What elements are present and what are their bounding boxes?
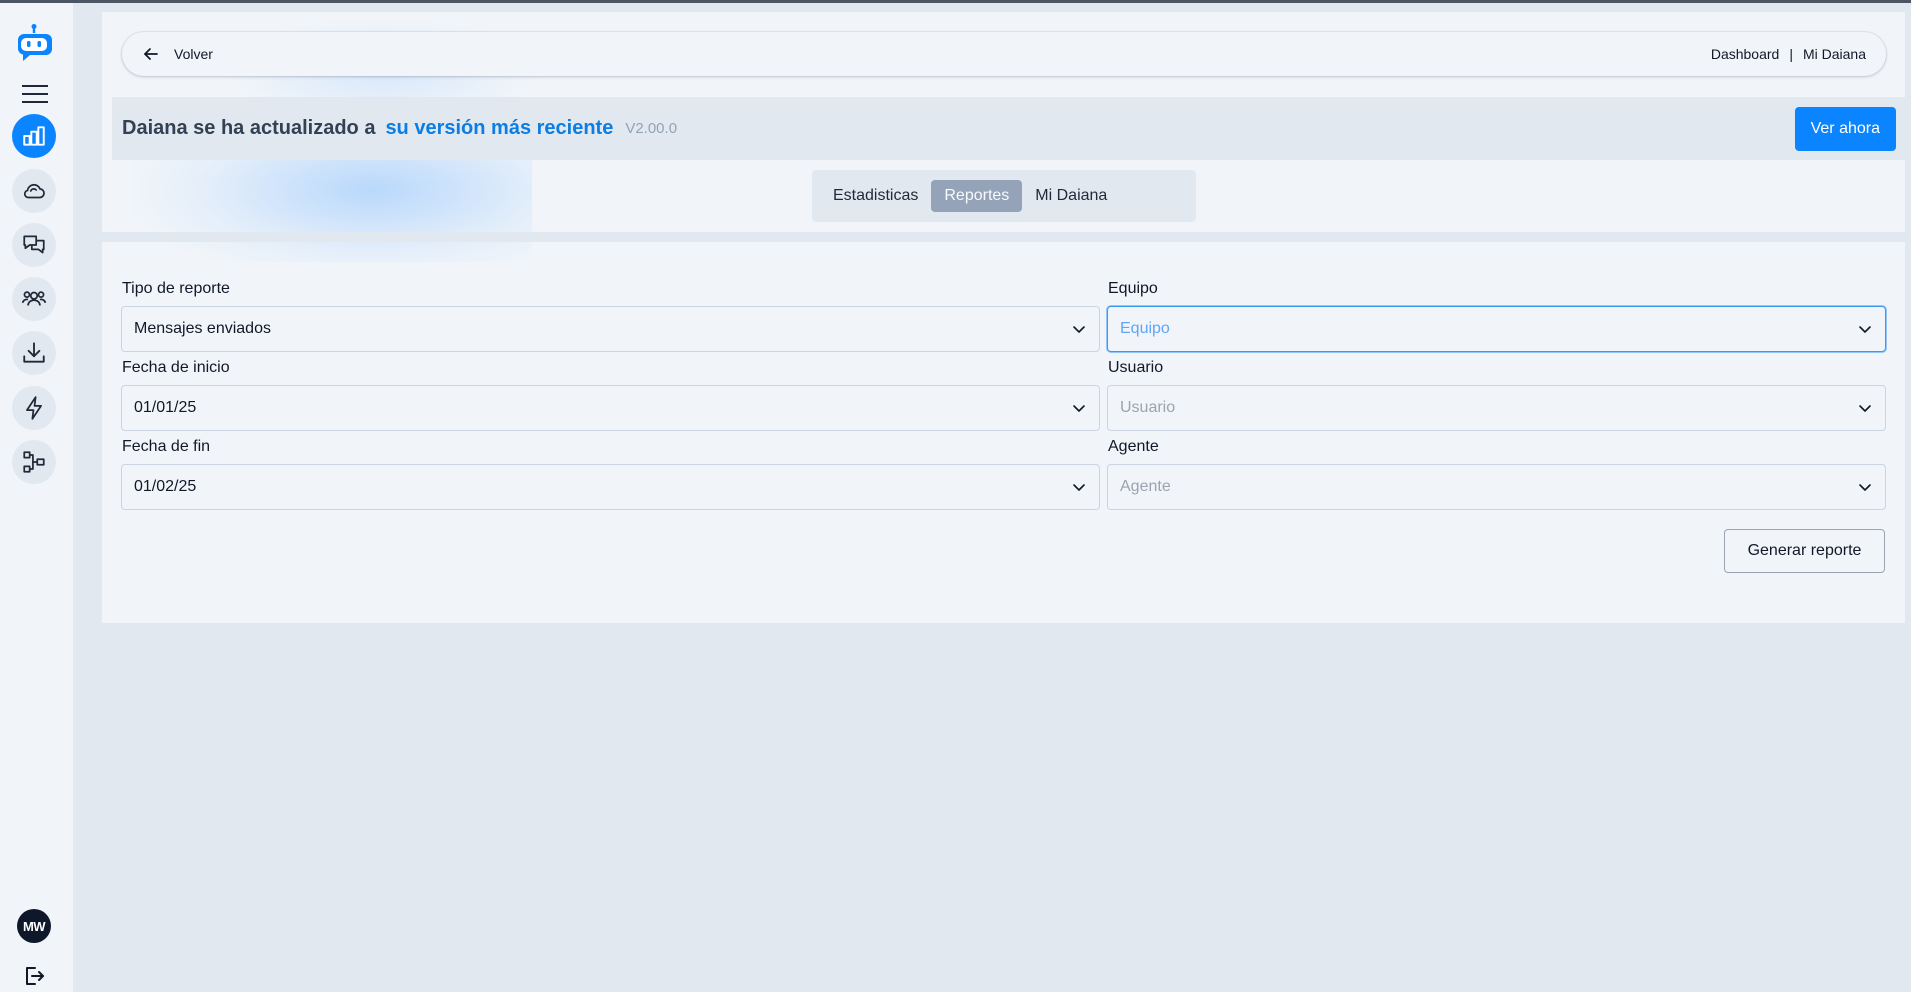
team-placeholder: Equipo (1120, 320, 1170, 337)
breadcrumb-bar: Volver Dashboard | Mi Daiana (122, 32, 1886, 76)
robot-logo-icon[interactable] (14, 23, 54, 63)
logout-icon[interactable] (22, 964, 46, 988)
user-label: Usuario (1108, 359, 1164, 376)
user-placeholder: Usuario (1120, 399, 1176, 416)
view-now-button[interactable]: Ver ahora (1794, 106, 1896, 151)
team-select[interactable]: Equipo (1107, 306, 1886, 352)
breadcrumb-separator: | (1789, 46, 1793, 62)
sidebar-item-automations[interactable] (12, 386, 56, 430)
arrow-left-icon (144, 48, 158, 60)
agent-placeholder: Agente (1120, 478, 1171, 495)
version-label: V2.00.0 (625, 120, 678, 137)
start-date-label: Fecha de inicio (122, 359, 230, 376)
sidebar-item-downloads[interactable] (12, 331, 56, 375)
end-date-select[interactable]: 01/02/25 (121, 464, 1100, 510)
avatar[interactable]: MW (17, 909, 51, 943)
back-label: Volver (174, 46, 213, 62)
chevron-down-icon (1859, 326, 1871, 333)
section-divider (102, 232, 1905, 242)
menu-icon[interactable] (22, 83, 48, 105)
chat-icon (23, 235, 45, 254)
generate-report-button[interactable]: Generar reporte (1724, 529, 1885, 573)
window-top-edge (0, 0, 1911, 3)
banner-link[interactable]: su versión más reciente (385, 117, 613, 140)
report-type-select[interactable]: Mensajes enviados (121, 306, 1100, 352)
start-date-select[interactable]: 01/01/25 (121, 385, 1100, 431)
report-type-value: Mensajes enviados (134, 320, 271, 337)
chevron-down-icon (1859, 484, 1871, 491)
cloud-icon (23, 183, 45, 199)
tab-my-daiana[interactable]: Mi Daiana (1022, 180, 1120, 212)
bar-chart-icon (23, 126, 45, 146)
chevron-down-icon (1073, 405, 1085, 412)
tab-bar: Estadisticas Reportes Mi Daiana (812, 170, 1196, 222)
tab-reports[interactable]: Reportes (931, 180, 1023, 212)
user-select[interactable]: Usuario (1107, 385, 1886, 431)
flow-icon (23, 451, 45, 473)
sidebar-item-cloud[interactable] (12, 169, 56, 213)
breadcrumb-item-dashboard[interactable]: Dashboard (1711, 46, 1780, 62)
users-icon (21, 291, 47, 306)
chevron-down-icon (1073, 326, 1085, 333)
start-date-value: 01/01/25 (134, 399, 197, 416)
sidebar-item-chats[interactable] (12, 223, 56, 267)
end-date-value: 01/02/25 (134, 478, 197, 495)
sidebar-item-statistics[interactable] (12, 114, 56, 158)
tab-statistics[interactable]: Estadisticas (820, 180, 931, 212)
agent-label: Agente (1108, 438, 1159, 455)
report-type-label: Tipo de reporte (122, 280, 230, 297)
update-banner: Daiana se ha actualizado a su versión má… (112, 97, 1905, 160)
breadcrumb-item-current: Mi Daiana (1802, 46, 1866, 62)
sidebar: MW (0, 3, 73, 992)
download-icon (23, 342, 45, 363)
sidebar-item-flows[interactable] (12, 440, 56, 484)
team-label: Equipo (1108, 280, 1158, 297)
back-button[interactable]: Volver (142, 45, 213, 63)
lightning-icon (26, 396, 42, 420)
end-date-label: Fecha de fin (122, 438, 211, 455)
sidebar-item-users[interactable] (12, 277, 56, 321)
agent-select[interactable]: Agente (1107, 464, 1886, 510)
main-panel: Volver Dashboard | Mi Daiana Daiana se h… (102, 12, 1905, 623)
banner-text: Daiana se ha actualizado a (122, 117, 376, 139)
chevron-down-icon (1859, 405, 1871, 412)
breadcrumb: Dashboard | Mi Daiana (1711, 46, 1866, 62)
chevron-down-icon (1073, 484, 1085, 491)
